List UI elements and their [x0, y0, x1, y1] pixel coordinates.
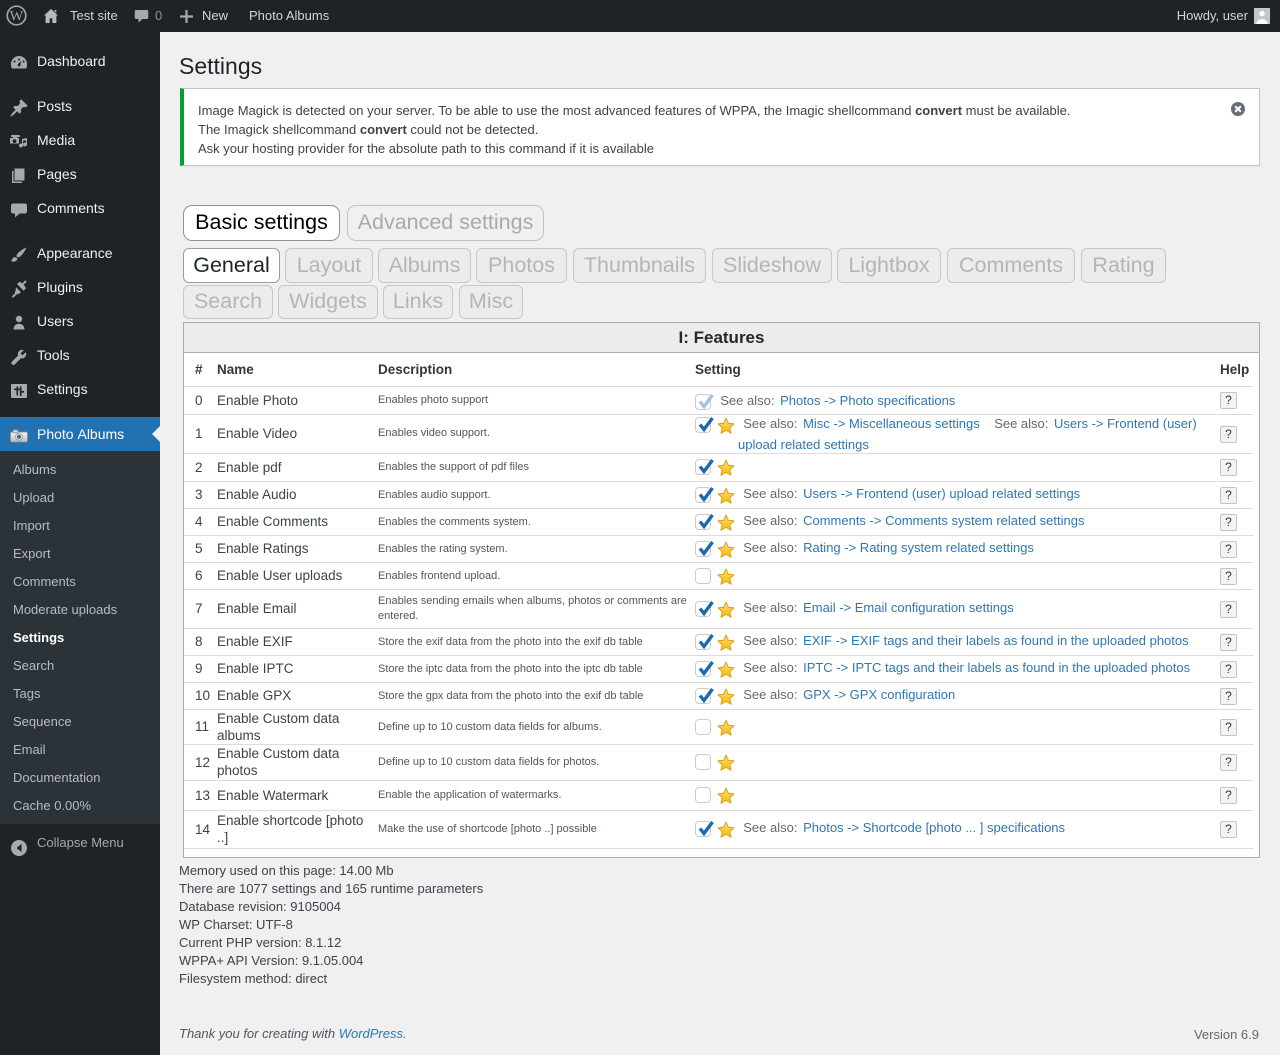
svg-text:W: W [10, 8, 24, 24]
